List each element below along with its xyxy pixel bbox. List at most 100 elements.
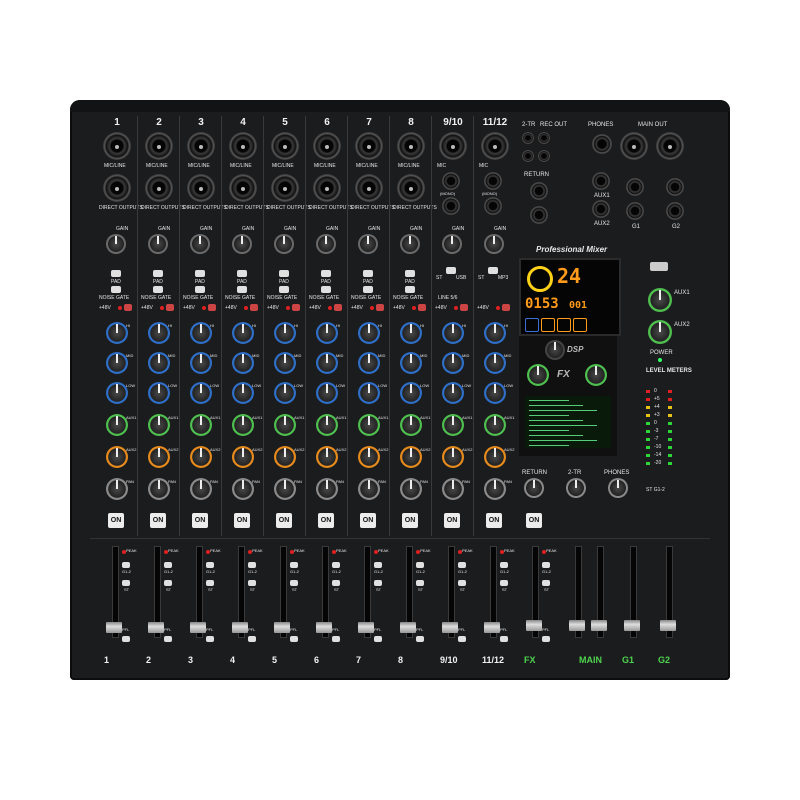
pan-knob[interactable] xyxy=(484,478,506,500)
noise-gate-button[interactable] xyxy=(111,286,121,293)
aux1-knob[interactable] xyxy=(190,414,212,436)
aux1-out-jack[interactable] xyxy=(592,172,610,190)
g12-assign-button[interactable] xyxy=(374,562,382,568)
pfl-button[interactable] xyxy=(542,636,550,642)
phantom-48v-button[interactable] xyxy=(250,304,258,311)
g12-assign-button[interactable] xyxy=(248,562,256,568)
channel-on-button[interactable]: ON xyxy=(444,513,460,528)
fader-knob-right[interactable] xyxy=(591,620,607,631)
combo-input-jack[interactable] xyxy=(103,132,131,160)
aux2-knob[interactable] xyxy=(274,446,296,468)
pan-knob[interactable] xyxy=(358,478,380,500)
st-assign-button[interactable] xyxy=(542,580,550,586)
pad-button[interactable] xyxy=(237,270,247,277)
pad-button[interactable] xyxy=(195,270,205,277)
gain-knob[interactable] xyxy=(274,234,294,254)
two-tr-level-knob[interactable] xyxy=(566,478,586,498)
pan-knob[interactable] xyxy=(190,478,212,500)
line-right-jack[interactable] xyxy=(484,197,502,215)
aux2-knob[interactable] xyxy=(148,446,170,468)
pad-button[interactable] xyxy=(279,270,289,277)
channel-on-button[interactable]: ON xyxy=(402,513,418,528)
aux1-master-knob[interactable] xyxy=(648,288,672,312)
channel-on-button[interactable]: ON xyxy=(486,513,502,528)
fader-knob[interactable] xyxy=(400,622,416,633)
phones-level-knob[interactable] xyxy=(608,478,628,498)
fader-knob[interactable] xyxy=(274,622,290,633)
fader-knob[interactable] xyxy=(106,622,122,633)
st-assign-button[interactable] xyxy=(458,580,466,586)
fader-knob[interactable] xyxy=(624,620,640,631)
gain-knob[interactable] xyxy=(358,234,378,254)
low-eq-knob[interactable] xyxy=(400,382,422,404)
mid-eq-knob[interactable] xyxy=(442,352,464,374)
combo-input-jack[interactable] xyxy=(355,132,383,160)
gain-knob[interactable] xyxy=(400,234,420,254)
pad-button[interactable] xyxy=(111,270,121,277)
aux2-knob[interactable] xyxy=(442,446,464,468)
xlr-mic-jack[interactable] xyxy=(481,132,509,160)
rec-out-rca-right[interactable] xyxy=(538,150,550,162)
st-usb-button[interactable] xyxy=(446,267,456,274)
g2-out-jack[interactable] xyxy=(666,178,684,196)
aux2-knob[interactable] xyxy=(358,446,380,468)
phantom-48v-button[interactable] xyxy=(376,304,384,311)
aux2-master-knob[interactable] xyxy=(648,320,672,344)
phantom-48v-button[interactable] xyxy=(292,304,300,311)
aux2-knob[interactable] xyxy=(106,446,128,468)
direct-output-jack[interactable] xyxy=(355,174,383,202)
hi-eq-knob[interactable] xyxy=(232,322,254,344)
st-assign-button[interactable] xyxy=(332,580,340,586)
hi-eq-knob[interactable] xyxy=(106,322,128,344)
direct-output-jack[interactable] xyxy=(229,174,257,202)
g12-assign-button[interactable] xyxy=(206,562,214,568)
gain-knob[interactable] xyxy=(484,234,504,254)
aux2-knob[interactable] xyxy=(190,446,212,468)
hi-eq-knob[interactable] xyxy=(316,322,338,344)
direct-output-jack[interactable] xyxy=(145,174,173,202)
low-eq-knob[interactable] xyxy=(316,382,338,404)
low-eq-knob[interactable] xyxy=(190,382,212,404)
gain-knob[interactable] xyxy=(232,234,252,254)
gain-knob[interactable] xyxy=(148,234,168,254)
noise-gate-button[interactable] xyxy=(195,286,205,293)
hi-eq-knob[interactable] xyxy=(400,322,422,344)
line-left-jack[interactable] xyxy=(484,172,502,190)
direct-output-jack[interactable] xyxy=(397,174,425,202)
combo-input-jack[interactable] xyxy=(145,132,173,160)
hi-eq-knob[interactable] xyxy=(190,322,212,344)
direct-output-jack[interactable] xyxy=(271,174,299,202)
g2-out-jack-2[interactable] xyxy=(666,202,684,220)
mid-eq-knob[interactable] xyxy=(484,352,506,374)
pfl-button[interactable] xyxy=(206,636,214,642)
g12-assign-button[interactable] xyxy=(458,562,466,568)
gain-knob[interactable] xyxy=(442,234,462,254)
aux1-knob[interactable] xyxy=(106,414,128,436)
fader-knob[interactable] xyxy=(569,620,585,631)
aux2-knob[interactable] xyxy=(316,446,338,468)
g12-assign-button[interactable] xyxy=(332,562,340,568)
low-eq-knob[interactable] xyxy=(148,382,170,404)
mid-eq-knob[interactable] xyxy=(316,352,338,374)
pfl-button[interactable] xyxy=(332,636,340,642)
aux2-out-jack[interactable] xyxy=(592,200,610,218)
direct-output-jack[interactable] xyxy=(187,174,215,202)
return-right-jack[interactable] xyxy=(530,206,548,224)
st-assign-button[interactable] xyxy=(248,580,256,586)
line-left-jack[interactable] xyxy=(442,172,460,190)
st-assign-button[interactable] xyxy=(122,580,130,586)
return-level-knob[interactable] xyxy=(524,478,544,498)
fader-knob[interactable] xyxy=(358,622,374,633)
hi-eq-knob[interactable] xyxy=(148,322,170,344)
hi-eq-knob[interactable] xyxy=(274,322,296,344)
pfl-button[interactable] xyxy=(122,636,130,642)
pad-button[interactable] xyxy=(153,270,163,277)
hi-eq-knob[interactable] xyxy=(358,322,380,344)
combo-input-jack[interactable] xyxy=(229,132,257,160)
channel-on-button[interactable]: ON xyxy=(276,513,292,528)
gain-knob[interactable] xyxy=(106,234,126,254)
pad-button[interactable] xyxy=(321,270,331,277)
channel-on-button[interactable]: ON xyxy=(150,513,166,528)
combo-input-jack[interactable] xyxy=(313,132,341,160)
noise-gate-button[interactable] xyxy=(279,286,289,293)
